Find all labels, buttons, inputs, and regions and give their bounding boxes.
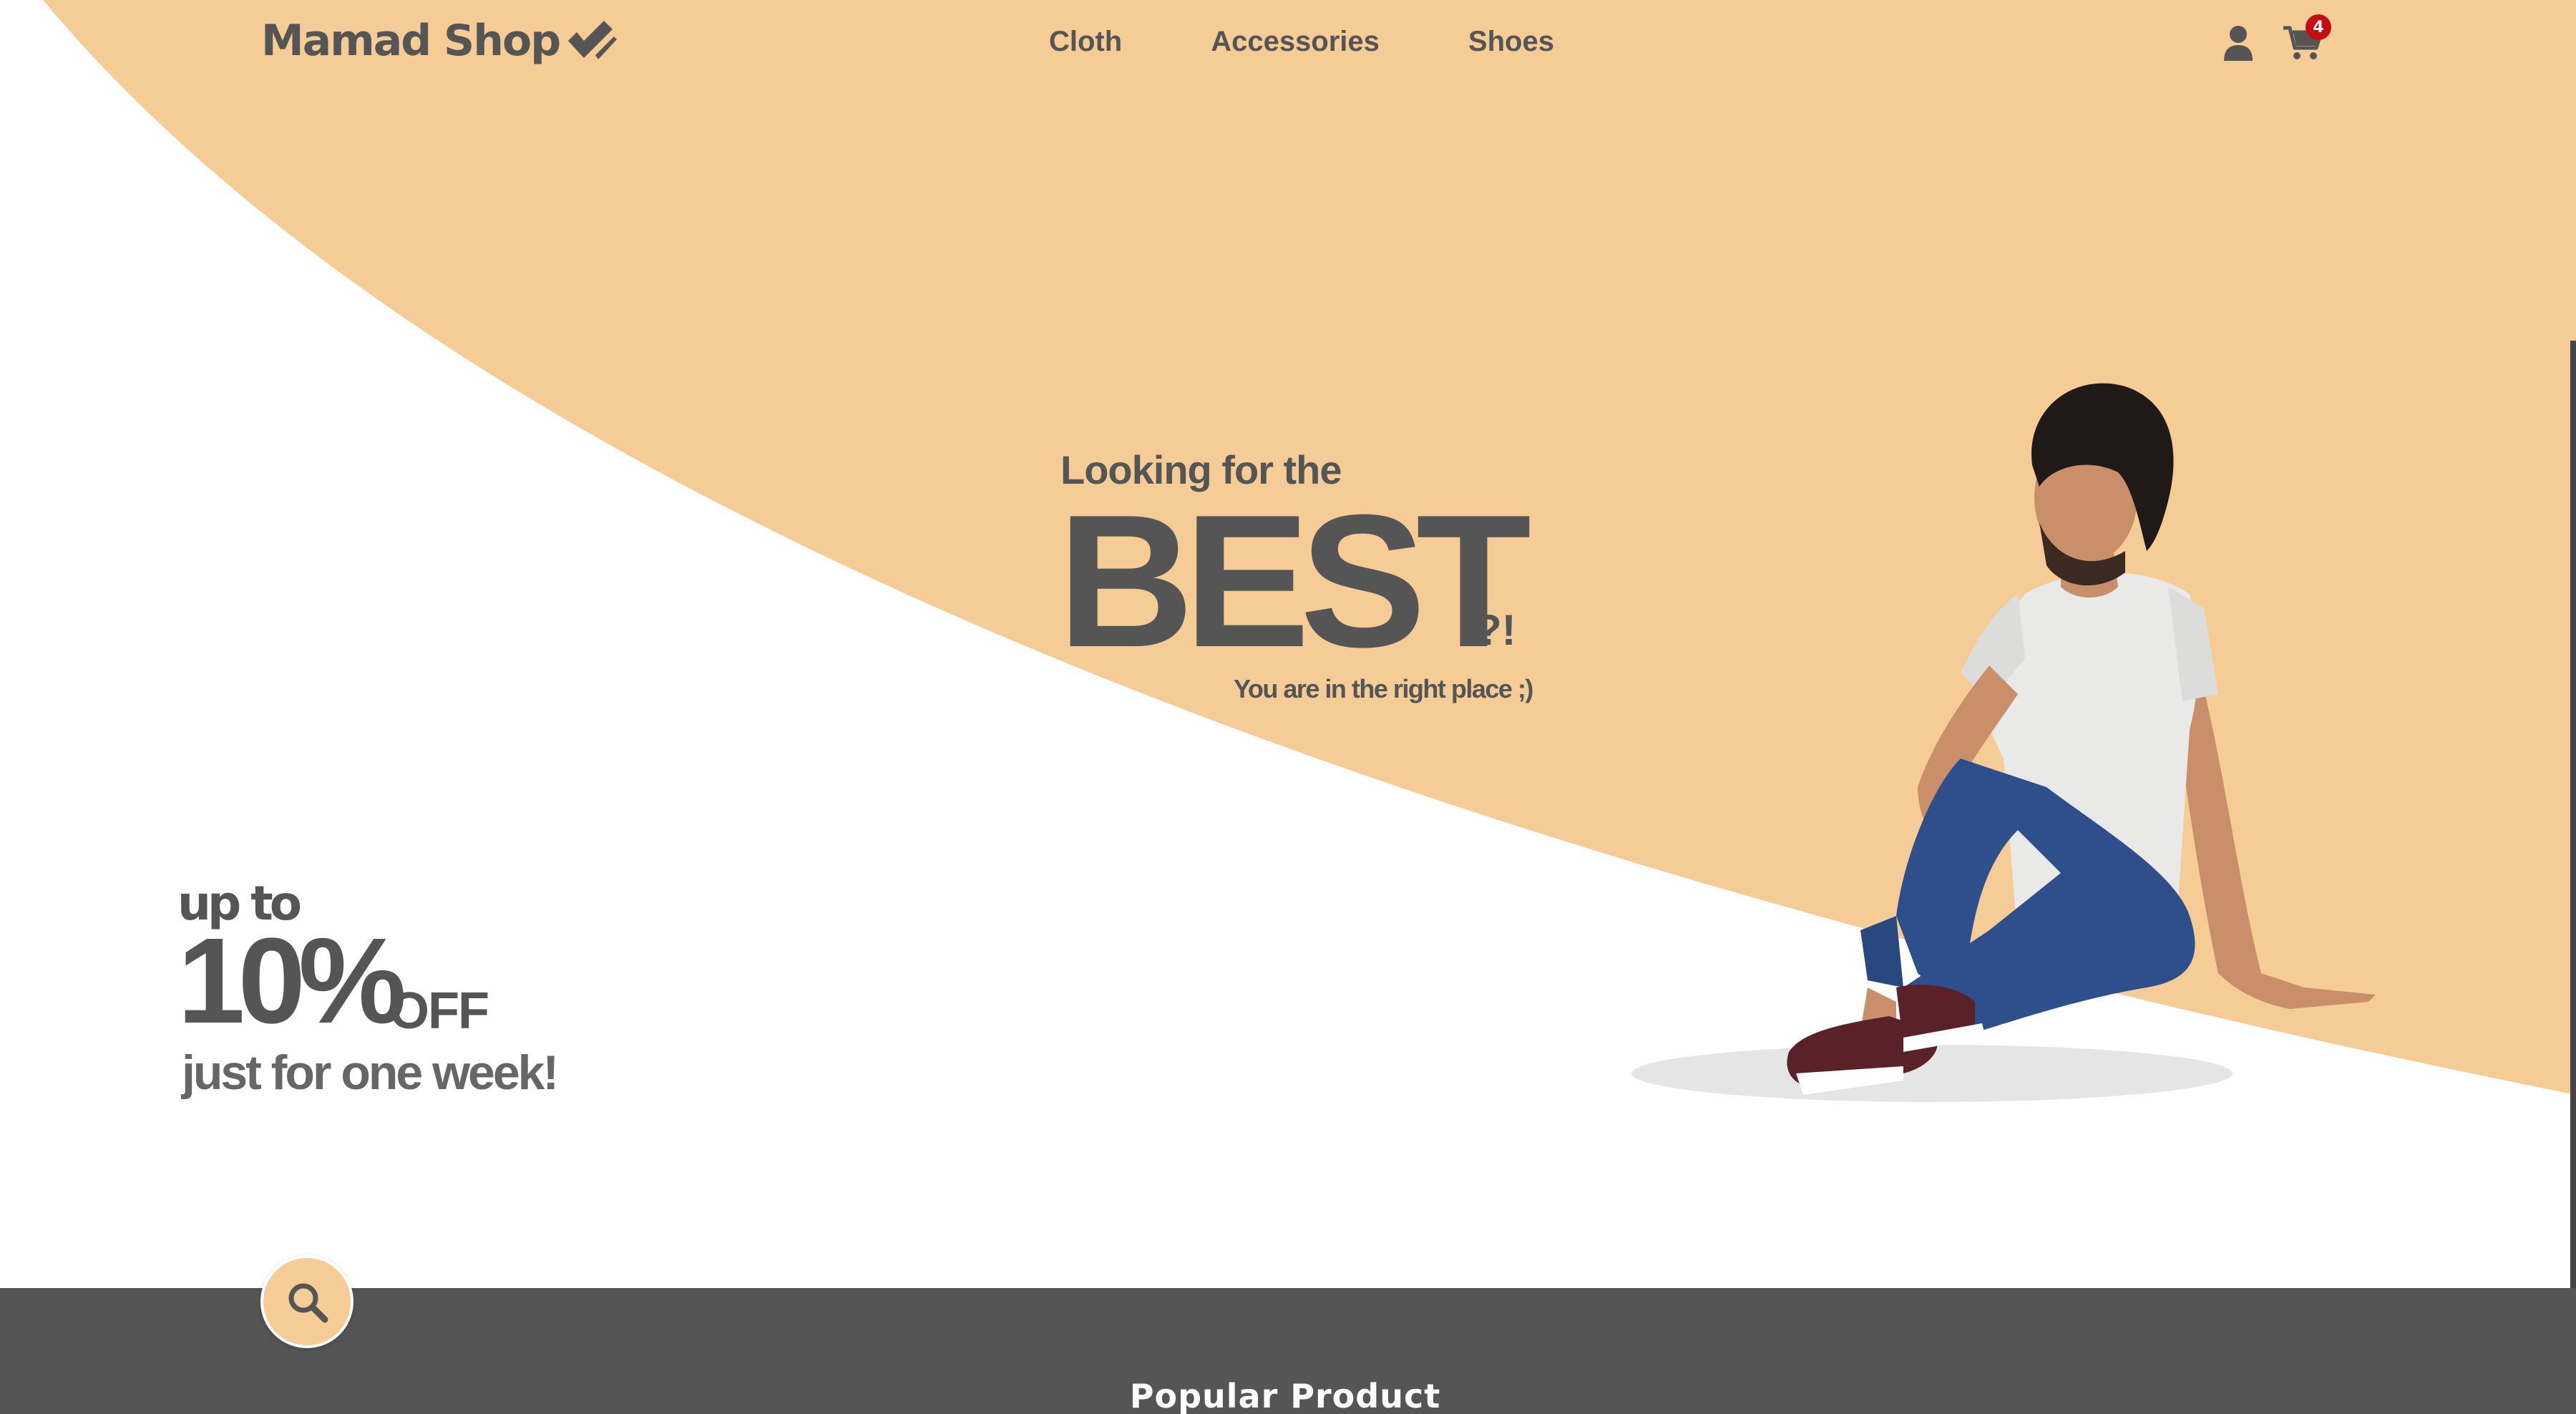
popular-products-section: Popular Product <box>0 1288 2576 1414</box>
promo-banner: up to 10% OFF just for one week! <box>177 876 607 1112</box>
page: Mamad Shop Cloth Accessories Shoes 4 Loo… <box>0 0 2576 1414</box>
header-actions: 4 <box>2218 14 2331 63</box>
cart-button[interactable]: 4 <box>2283 14 2331 63</box>
nav-item-cloth[interactable]: Cloth <box>1049 26 1122 58</box>
promo-off: OFF <box>389 983 489 1040</box>
promo-duration: just for one week! <box>182 1045 559 1100</box>
popular-products-title: Popular Product <box>1129 1377 1441 1414</box>
main-nav: Cloth Accessories Shoes <box>1049 26 1554 58</box>
double-check-icon <box>568 21 618 59</box>
page-scrollbar[interactable] <box>2570 341 2576 1288</box>
search-button[interactable] <box>260 1255 353 1348</box>
hero-text: Looking for the BEST ?! You are in the r… <box>1058 447 1544 718</box>
user-icon <box>2224 26 2253 61</box>
search-icon <box>288 1283 328 1323</box>
brand-name: Mamad Shop <box>261 16 561 66</box>
hero-model-image <box>1631 383 2376 1102</box>
brand-logo[interactable]: Mamad Shop <box>261 16 618 66</box>
hero-subline: You are in the right place ;) <box>1234 674 1533 703</box>
nav-item-shoes[interactable]: Shoes <box>1468 26 1554 58</box>
nav-item-accessories[interactable]: Accessories <box>1211 26 1380 58</box>
hero-punctuation: ?! <box>1475 606 1516 654</box>
cart-count-badge: 4 <box>2306 14 2331 40</box>
site-header: Mamad Shop Cloth Accessories Shoes 4 <box>0 0 2576 93</box>
account-button[interactable] <box>2218 23 2258 63</box>
promo-percent: 10% <box>177 913 406 1049</box>
hero-headline: BEST <box>1058 475 1531 686</box>
